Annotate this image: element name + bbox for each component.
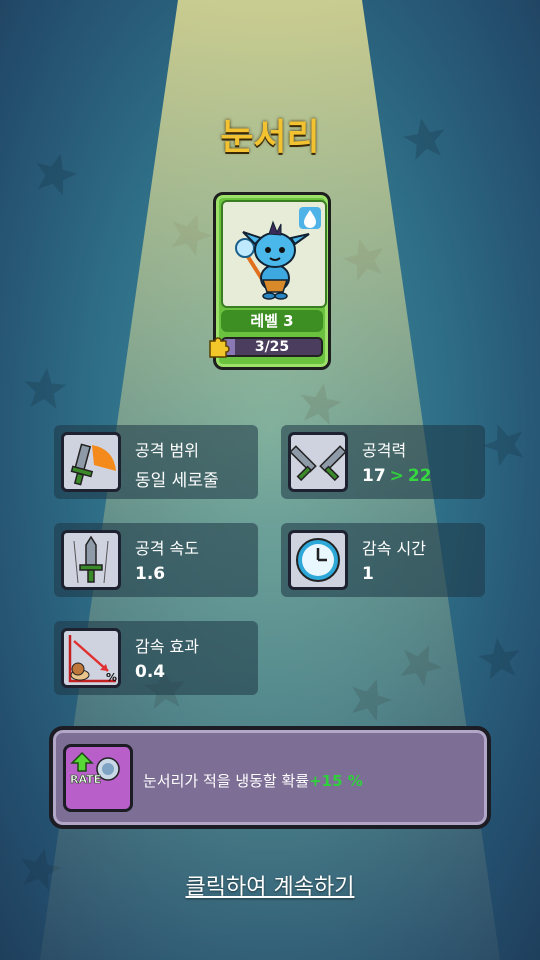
ability-panel: RATE 눈서리가 적을 냉동할 확률+15 %	[49, 726, 491, 829]
water-drop-icon	[299, 207, 321, 229]
stat-value: 1.6	[135, 564, 166, 584]
card-progress-bar: 3/25	[221, 337, 323, 357]
ability-bonus: +15 %	[309, 772, 363, 790]
stat-value: 1	[362, 564, 374, 584]
unit-name-title: 눈서리	[220, 117, 320, 158]
stat-value-upgrade: 22	[407, 466, 432, 486]
stat-value-row: 17 >22	[362, 466, 432, 486]
stat-label: 감속 시간	[362, 539, 426, 558]
stat-slow-duration: 감속 시간 1	[281, 523, 485, 597]
ability-description: 눈서리가 적을 냉동할 확률+15 %	[143, 770, 363, 791]
stat-value: 0.4	[135, 662, 166, 682]
clock-icon	[288, 530, 348, 590]
snail-slow-icon: %	[61, 628, 121, 688]
svg-text:%: %	[106, 671, 117, 684]
fast-sword-icon	[61, 530, 121, 590]
unit-level-label: 레벨 3	[221, 310, 323, 332]
ability-text: 눈서리가 적을 냉동할 확률	[143, 772, 310, 790]
sword-range-icon	[61, 432, 121, 492]
stat-label: 공격 속도	[135, 539, 199, 558]
rate-badge-text: RATE	[70, 773, 101, 786]
stat-attack-power: 공격력 17 >22	[281, 425, 485, 499]
stat-label: 공격력	[362, 441, 407, 460]
stat-attack-range: 공격 범위 동일 세로줄	[54, 425, 258, 499]
puzzle-piece-icon	[209, 337, 230, 358]
stat-label: 공격 범위	[135, 441, 199, 460]
stat-label: 감속 효과	[135, 637, 199, 656]
unit-portrait	[221, 200, 327, 308]
stat-slow-effect: % 감속 효과 0.4	[54, 621, 258, 695]
rate-upgrade-icon: RATE	[63, 744, 133, 812]
stat-value-current: 17	[362, 466, 386, 486]
upgrade-arrow-icon: >	[389, 466, 404, 486]
continue-button[interactable]: 클릭하여 계속하기	[0, 869, 540, 901]
crossed-swords-icon	[288, 432, 348, 492]
card-progress-text: 3/25	[254, 339, 290, 355]
stat-value: 동일 세로줄	[135, 471, 219, 491]
unit-card[interactable]: 레벨 3 3/25	[209, 192, 331, 370]
stat-attack-speed: 공격 속도 1.6	[54, 523, 258, 597]
